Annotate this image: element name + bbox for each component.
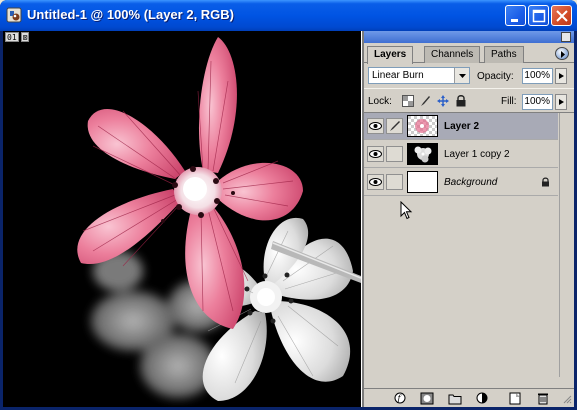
lock-image-pixels-icon[interactable]: [419, 95, 431, 107]
mouse-cursor-icon: [400, 201, 413, 220]
opacity-field[interactable]: 100%: [522, 68, 553, 84]
layer-row-layer-2[interactable]: Layer 2: [364, 113, 558, 140]
layers-palette: Layers Channels Paths Linear Burn Opacit…: [362, 31, 574, 407]
layer-thumbnail[interactable]: [407, 115, 438, 137]
blend-mode-value: Linear Burn: [372, 70, 424, 81]
layer-list-scrollbar[interactable]: [559, 113, 574, 377]
layer-row-layer-1-copy-2[interactable]: Layer 1 copy 2: [364, 141, 558, 168]
tab-layers[interactable]: Layers: [367, 46, 414, 64]
lock-label: Lock:: [368, 96, 392, 107]
layer-name[interactable]: Layer 1 copy 2: [444, 149, 510, 160]
window-title: Untitled-1 @ 100% (Layer 2, RGB): [27, 7, 235, 22]
lock-icon: [542, 177, 549, 187]
document-status-badge: ⊠: [20, 32, 30, 42]
lock-transparency-icon[interactable]: [402, 95, 414, 107]
layer-thumbnail[interactable]: [407, 143, 438, 165]
lock-row: Lock: Fill: 100%: [364, 88, 574, 112]
lock-all-icon[interactable]: [455, 95, 467, 107]
palette-close-button[interactable]: [561, 32, 571, 42]
tab-paths[interactable]: Paths: [484, 46, 524, 63]
paintbrush-icon: [390, 121, 400, 131]
minimize-icon: [511, 19, 518, 22]
link-paint-toggle[interactable]: [386, 174, 403, 190]
maximize-icon: [532, 9, 546, 23]
visibility-toggle[interactable]: [367, 146, 384, 162]
close-button[interactable]: [551, 5, 572, 26]
document-number-badge: 01: [5, 32, 19, 42]
photoshop-app-icon[interactable]: [6, 7, 22, 23]
image-canvas[interactable]: 01 ⊠: [3, 31, 361, 407]
tab-channels[interactable]: Channels: [424, 46, 481, 63]
opacity-slider-button[interactable]: [555, 68, 567, 84]
layer-name[interactable]: Layer 2: [444, 121, 479, 132]
new-layer-icon[interactable]: [508, 392, 522, 405]
layer-thumbnail[interactable]: [407, 171, 438, 193]
layer-thumbnail-image: [408, 144, 437, 164]
layer-thumbnail-image: [408, 116, 437, 136]
link-paint-toggle[interactable]: [386, 146, 403, 162]
title-bar[interactable]: Untitled-1 @ 100% (Layer 2, RGB): [0, 0, 577, 31]
palette-footer: f: [364, 388, 574, 407]
flower-image: [77, 37, 361, 401]
blend-row: Linear Burn Opacity: 100%: [364, 64, 574, 88]
layer-style-icon[interactable]: f: [394, 392, 408, 405]
new-set-icon[interactable]: [448, 392, 462, 405]
resize-grip-icon[interactable]: [562, 394, 572, 404]
palette-title-bar[interactable]: [364, 31, 574, 43]
layer-name[interactable]: Background: [444, 177, 497, 188]
palette-tabs: Layers Channels Paths: [364, 43, 574, 64]
layer-row-background[interactable]: Background: [364, 169, 558, 196]
layer-mask-icon[interactable]: [420, 392, 434, 405]
trash-icon[interactable]: [536, 392, 550, 405]
palette-body: Layers Channels Paths Linear Burn Opacit…: [364, 43, 574, 407]
link-paint-toggle[interactable]: [386, 118, 403, 134]
palette-menu-button[interactable]: [555, 47, 569, 60]
adjustment-layer-icon[interactable]: [476, 392, 490, 405]
eye-icon: [369, 178, 382, 186]
close-icon: [556, 10, 568, 22]
lock-position-icon[interactable]: [437, 95, 449, 107]
opacity-label: Opacity:: [477, 71, 514, 82]
document-badges: 01 ⊠: [5, 32, 30, 42]
maximize-button[interactable]: [528, 5, 549, 26]
fill-field[interactable]: 100%: [522, 94, 553, 110]
layer-list: Layer 2 Layer 1 copy 2 Background: [364, 112, 574, 377]
blend-mode-select[interactable]: Linear Burn: [368, 67, 470, 84]
photoshop-document-window: Untitled-1 @ 100% (Layer 2, RGB) 01 ⊠ La…: [0, 0, 577, 410]
eye-icon: [369, 150, 382, 158]
minimize-button[interactable]: [505, 5, 526, 26]
fill-label: Fill:: [501, 96, 517, 107]
visibility-toggle[interactable]: [367, 118, 384, 134]
fill-slider-button[interactable]: [555, 94, 567, 110]
visibility-toggle[interactable]: [367, 174, 384, 190]
eye-icon: [369, 122, 382, 130]
chevron-down-icon[interactable]: [454, 68, 469, 83]
palette-menu-arrow-icon: [561, 51, 565, 58]
